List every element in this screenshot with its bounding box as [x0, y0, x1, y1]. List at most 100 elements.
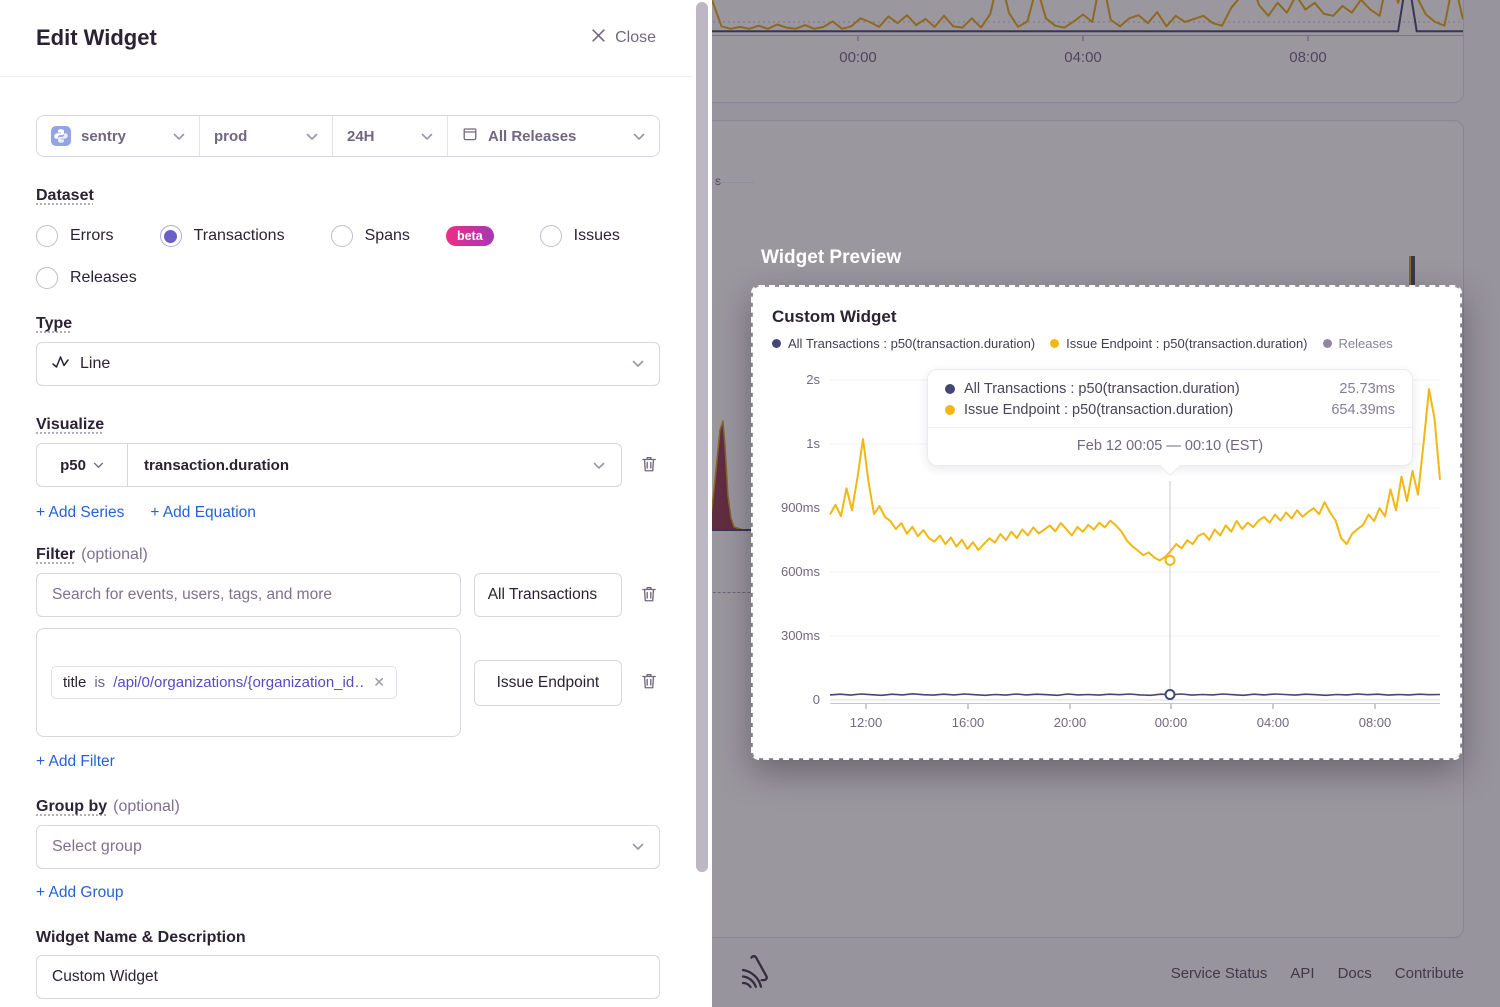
radio-label: Spans [365, 227, 410, 245]
modal-scrollbar [692, 0, 712, 1007]
svg-text:900ms: 900ms [781, 500, 821, 515]
project-selector[interactable]: sentry [37, 116, 199, 156]
group-by-select[interactable]: Select group [36, 825, 660, 869]
field-value: transaction.duration [144, 457, 289, 474]
add-group-link[interactable]: + Add Group [36, 884, 123, 902]
modal-header: Edit Widget Close [0, 0, 692, 77]
release-icon [462, 126, 478, 146]
tooltip-row: Issue Endpoint : p50(transaction.duratio… [945, 402, 1395, 418]
environment-selector[interactable]: prod [199, 116, 332, 156]
tooltip-series-value: 25.73ms [1339, 381, 1395, 397]
radio-transactions[interactable]: Transactions [160, 225, 285, 247]
delete-filter-button[interactable] [638, 670, 660, 695]
period-value: 24H [347, 128, 375, 145]
radio-label: Issues [574, 227, 620, 245]
scrollbar-thumb[interactable] [696, 2, 708, 872]
group-by-section: Group by (optional) Select group + Add Gr… [36, 798, 660, 902]
alias-text: All Transactions [488, 586, 597, 604]
tooltip-series-label: Issue Endpoint : p50(transaction.duratio… [964, 402, 1233, 418]
filter-query-box[interactable]: title is /api/0/organizations/{organizat… [36, 628, 461, 737]
close-button[interactable]: Close [591, 28, 656, 48]
chevron-down-icon [632, 355, 644, 373]
add-filter-link[interactable]: + Add Filter [36, 753, 115, 771]
widget-preview-card[interactable]: Custom Widget All Transactions : p50(tra… [751, 285, 1462, 760]
group-by-label: Group by [36, 798, 107, 815]
filter-row-2: title is /api/0/organizations/{organizat… [36, 628, 660, 737]
delete-series-button[interactable] [638, 453, 660, 478]
visualize-links: + Add Series + Add Equation [36, 504, 660, 522]
group-by-placeholder: Select group [52, 838, 142, 856]
dataset-section: Dataset Errors Transactions Spans beta [36, 187, 660, 289]
aggregate-value: p50 [60, 457, 86, 474]
radio-label: Transactions [194, 227, 285, 245]
add-equation-link[interactable]: + Add Equation [150, 504, 256, 522]
filter-chip-title[interactable]: title is /api/0/organizations/{organizat… [51, 666, 397, 699]
dataset-label: Dataset [36, 187, 94, 204]
widget-preview-heading: Widget Preview [761, 247, 901, 269]
tooltip-series-dot [945, 405, 955, 415]
radio-circle [36, 267, 58, 289]
widget-name-label: Widget Name & Description [36, 929, 246, 946]
dataset-options-row1: Errors Transactions Spans beta Issues [36, 225, 660, 247]
add-series-link[interactable]: + Add Series [36, 504, 124, 522]
radio-label: Releases [70, 269, 137, 287]
widget-name-section: Widget Name & Description [36, 929, 660, 999]
radio-label: Errors [70, 227, 114, 245]
chip-remove-icon[interactable]: ✕ [373, 674, 385, 691]
chevron-down-icon [421, 128, 433, 145]
modal-body: sentry prod 24H [0, 77, 692, 999]
svg-text:1s: 1s [806, 436, 820, 451]
svg-text:2s: 2s [806, 372, 820, 387]
radio-releases[interactable]: Releases [36, 267, 137, 289]
svg-text:04:00: 04:00 [1257, 715, 1290, 730]
time-period-selector[interactable]: 24H [332, 116, 447, 156]
chart-tooltip: All Transactions : p50(transaction.durat… [927, 369, 1413, 466]
svg-text:16:00: 16:00 [952, 715, 985, 730]
filter-search-input[interactable] [36, 573, 461, 617]
tooltip-series-value: 654.39ms [1331, 402, 1395, 418]
chip-key: title [63, 674, 86, 691]
chip-value: /api/0/organizations/{organization_id… [113, 674, 363, 691]
app-root: Edit Widget Close sentry [0, 0, 1500, 1007]
close-label: Close [615, 29, 656, 47]
radio-spans[interactable]: Spans [331, 225, 410, 247]
field-select[interactable]: transaction.duration [128, 444, 621, 486]
radio-circle [540, 225, 562, 247]
radio-circle [331, 225, 353, 247]
widget-preview-chart[interactable]: 0300ms600ms900ms1s2s12:0016:0020:0000:00… [753, 287, 1464, 758]
group-by-optional: (optional) [113, 798, 180, 815]
beta-badge: beta [446, 226, 494, 246]
filter-row-1: All Transactions [36, 573, 660, 617]
svg-text:300ms: 300ms [781, 628, 821, 643]
filter-alias-issue-endpoint[interactable]: Issue Endpoint [474, 660, 622, 706]
radio-issues[interactable]: Issues [540, 225, 620, 247]
project-value: sentry [81, 128, 126, 145]
alias-text: Issue Endpoint [497, 674, 600, 692]
edit-widget-modal: Edit Widget Close sentry [0, 0, 692, 1007]
modal-title: Edit Widget [36, 25, 157, 51]
widget-name-input[interactable] [36, 955, 660, 999]
dataset-options-row2: Releases [36, 267, 660, 289]
widget-preview-card-inner: Custom Widget All Transactions : p50(tra… [753, 287, 1460, 758]
filter-links: + Add Filter [36, 753, 660, 771]
svg-text:08:00: 08:00 [1359, 715, 1392, 730]
python-project-icon [51, 126, 71, 146]
tooltip-series-dot [945, 384, 955, 394]
chip-operator: is [94, 674, 105, 691]
svg-text:0: 0 [813, 692, 820, 707]
dashboard-pane: 00:00 04:00 08:00 s [712, 0, 1500, 1007]
radio-circle [36, 225, 58, 247]
visualize-row: p50 transaction.duration [36, 443, 660, 487]
tooltip-row: All Transactions : p50(transaction.durat… [945, 381, 1395, 397]
svg-text:00:00: 00:00 [1155, 715, 1188, 730]
line-chart-icon [52, 355, 69, 374]
delete-filter-button[interactable] [638, 583, 660, 608]
releases-selector[interactable]: All Releases [447, 116, 659, 156]
type-section: Type Line [36, 315, 660, 386]
radio-errors[interactable]: Errors [36, 225, 114, 247]
filter-alias-all-transactions[interactable]: All Transactions [474, 573, 622, 617]
chart-type-select[interactable]: Line [36, 342, 660, 386]
aggregate-select[interactable]: p50 [37, 444, 128, 486]
chevron-down-icon [173, 128, 185, 145]
chevron-down-icon [633, 128, 645, 145]
